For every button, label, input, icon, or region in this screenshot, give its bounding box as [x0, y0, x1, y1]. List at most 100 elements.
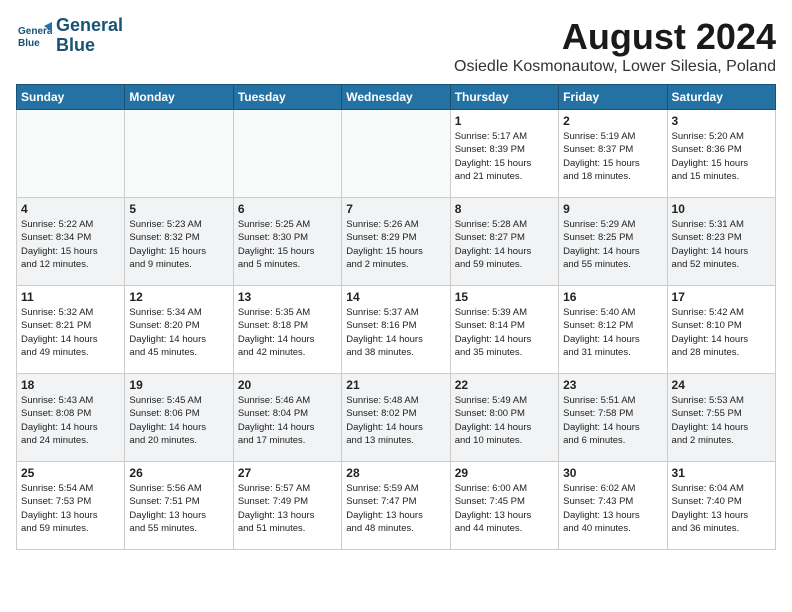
calendar-cell: 3Sunrise: 5:20 AM Sunset: 8:36 PM Daylig…	[667, 110, 775, 198]
calendar-cell: 27 Sunrise: 5:57 AM Sunset: 7:49 PM Dayli…	[233, 462, 341, 550]
calendar-cell: 11Sunrise: 5:32 AM Sunset: 8:21 PM Dayli…	[17, 286, 125, 374]
day-number: 13	[238, 290, 337, 304]
day-info: Sunrise: 5:57 AM Sunset: 7:49 PM Dayligh…	[238, 482, 337, 535]
day-number: 22	[455, 378, 554, 392]
header: General Blue General Blue August 2024 Os…	[16, 16, 776, 76]
weekday-header: Tuesday	[233, 85, 341, 110]
day-info: Sunrise: 5:46 AM Sunset: 8:04 PM Dayligh…	[238, 394, 337, 447]
day-info: Sunrise: 5:20 AM Sunset: 8:36 PM Dayligh…	[672, 130, 771, 183]
calendar-cell: 17 Sunrise: 5:42 AM Sunset: 8:10 PM Dayli…	[667, 286, 775, 374]
day-number: 28	[346, 466, 445, 480]
calendar-cell: 22 Sunrise: 5:49 AM Sunset: 8:00 PM Dayli…	[450, 374, 558, 462]
day-info: Sunrise: 5:34 AM Sunset: 8:20 PM Dayligh…	[129, 306, 228, 359]
calendar-cell	[342, 110, 450, 198]
calendar-cell: 5 Sunrise: 5:23 AM Sunset: 8:32 PM Daylig…	[125, 198, 233, 286]
day-number: 1	[455, 114, 554, 128]
calendar-cell: 4Sunrise: 5:22 AM Sunset: 8:34 PM Daylig…	[17, 198, 125, 286]
calendar-cell: 23 Sunrise: 5:51 AM Sunset: 7:58 PM Dayli…	[559, 374, 667, 462]
day-number: 8	[455, 202, 554, 216]
calendar-cell: 19Sunrise: 5:45 AM Sunset: 8:06 PM Dayli…	[125, 374, 233, 462]
calendar-week-row: 11Sunrise: 5:32 AM Sunset: 8:21 PM Dayli…	[17, 286, 776, 374]
calendar-cell: 26Sunrise: 5:56 AM Sunset: 7:51 PM Dayli…	[125, 462, 233, 550]
day-info: Sunrise: 5:25 AM Sunset: 8:30 PM Dayligh…	[238, 218, 337, 271]
day-number: 29	[455, 466, 554, 480]
calendar-cell: 16 Sunrise: 5:40 AM Sunset: 8:12 PM Dayli…	[559, 286, 667, 374]
weekday-header: Friday	[559, 85, 667, 110]
calendar-body: 1 Sunrise: 5:17 AM Sunset: 8:39 PM Daylig…	[17, 110, 776, 550]
day-number: 7	[346, 202, 445, 216]
month-title: August 2024	[454, 16, 776, 58]
calendar-cell: 30 Sunrise: 6:02 AM Sunset: 7:43 PM Dayli…	[559, 462, 667, 550]
day-number: 6	[238, 202, 337, 216]
day-number: 26	[129, 466, 228, 480]
day-info: Sunrise: 5:23 AM Sunset: 8:32 PM Dayligh…	[129, 218, 228, 271]
calendar-cell: 1 Sunrise: 5:17 AM Sunset: 8:39 PM Daylig…	[450, 110, 558, 198]
day-info: Sunrise: 5:19 AM Sunset: 8:37 PM Dayligh…	[563, 130, 662, 183]
calendar-cell: 29Sunrise: 6:00 AM Sunset: 7:45 PM Dayli…	[450, 462, 558, 550]
day-info: Sunrise: 5:48 AM Sunset: 8:02 PM Dayligh…	[346, 394, 445, 447]
calendar-cell: 21 Sunrise: 5:48 AM Sunset: 8:02 PM Dayli…	[342, 374, 450, 462]
calendar-cell: 18 Sunrise: 5:43 AM Sunset: 8:08 PM Dayli…	[17, 374, 125, 462]
calendar-cell: 9 Sunrise: 5:29 AM Sunset: 8:25 PM Daylig…	[559, 198, 667, 286]
day-number: 18	[21, 378, 120, 392]
day-number: 12	[129, 290, 228, 304]
day-number: 15	[455, 290, 554, 304]
day-number: 25	[21, 466, 120, 480]
day-number: 10	[672, 202, 771, 216]
day-info: Sunrise: 5:32 AM Sunset: 8:21 PM Dayligh…	[21, 306, 120, 359]
day-number: 21	[346, 378, 445, 392]
calendar-cell: 13 Sunrise: 5:35 AM Sunset: 8:18 PM Dayli…	[233, 286, 341, 374]
calendar-cell	[17, 110, 125, 198]
day-number: 24	[672, 378, 771, 392]
calendar-week-row: 1 Sunrise: 5:17 AM Sunset: 8:39 PM Daylig…	[17, 110, 776, 198]
logo-icon: General Blue	[16, 18, 52, 54]
day-info: Sunrise: 5:54 AM Sunset: 7:53 PM Dayligh…	[21, 482, 120, 535]
weekday-header: Monday	[125, 85, 233, 110]
calendar-week-row: 4Sunrise: 5:22 AM Sunset: 8:34 PM Daylig…	[17, 198, 776, 286]
day-number: 9	[563, 202, 662, 216]
day-number: 31	[672, 466, 771, 480]
day-info: Sunrise: 5:39 AM Sunset: 8:14 PM Dayligh…	[455, 306, 554, 359]
day-number: 14	[346, 290, 445, 304]
calendar-cell: 20 Sunrise: 5:46 AM Sunset: 8:04 PM Dayli…	[233, 374, 341, 462]
calendar-cell: 7Sunrise: 5:26 AM Sunset: 8:29 PM Daylig…	[342, 198, 450, 286]
day-info: Sunrise: 5:43 AM Sunset: 8:08 PM Dayligh…	[21, 394, 120, 447]
day-info: Sunrise: 5:35 AM Sunset: 8:18 PM Dayligh…	[238, 306, 337, 359]
day-info: Sunrise: 5:22 AM Sunset: 8:34 PM Dayligh…	[21, 218, 120, 271]
day-info: Sunrise: 5:59 AM Sunset: 7:47 PM Dayligh…	[346, 482, 445, 535]
day-number: 2	[563, 114, 662, 128]
day-info: Sunrise: 6:02 AM Sunset: 7:43 PM Dayligh…	[563, 482, 662, 535]
day-info: Sunrise: 5:53 AM Sunset: 7:55 PM Dayligh…	[672, 394, 771, 447]
day-info: Sunrise: 5:49 AM Sunset: 8:00 PM Dayligh…	[455, 394, 554, 447]
day-info: Sunrise: 5:31 AM Sunset: 8:23 PM Dayligh…	[672, 218, 771, 271]
calendar-table: SundayMondayTuesdayWednesdayThursdayFrid…	[16, 84, 776, 550]
weekday-header: Saturday	[667, 85, 775, 110]
day-number: 20	[238, 378, 337, 392]
day-number: 17	[672, 290, 771, 304]
calendar-cell	[125, 110, 233, 198]
calendar-cell: 25 Sunrise: 5:54 AM Sunset: 7:53 PM Dayli…	[17, 462, 125, 550]
day-info: Sunrise: 5:29 AM Sunset: 8:25 PM Dayligh…	[563, 218, 662, 271]
day-info: Sunrise: 5:40 AM Sunset: 8:12 PM Dayligh…	[563, 306, 662, 359]
day-number: 19	[129, 378, 228, 392]
day-info: Sunrise: 5:42 AM Sunset: 8:10 PM Dayligh…	[672, 306, 771, 359]
day-number: 16	[563, 290, 662, 304]
calendar-cell: 10 Sunrise: 5:31 AM Sunset: 8:23 PM Dayli…	[667, 198, 775, 286]
calendar-cell: 15 Sunrise: 5:39 AM Sunset: 8:14 PM Dayli…	[450, 286, 558, 374]
day-info: Sunrise: 5:51 AM Sunset: 7:58 PM Dayligh…	[563, 394, 662, 447]
calendar-cell: 8 Sunrise: 5:28 AM Sunset: 8:27 PM Daylig…	[450, 198, 558, 286]
calendar-cell: 31 Sunrise: 6:04 AM Sunset: 7:40 PM Dayli…	[667, 462, 775, 550]
calendar-cell: 6 Sunrise: 5:25 AM Sunset: 8:30 PM Daylig…	[233, 198, 341, 286]
day-number: 23	[563, 378, 662, 392]
day-info: Sunrise: 5:17 AM Sunset: 8:39 PM Dayligh…	[455, 130, 554, 183]
day-number: 5	[129, 202, 228, 216]
weekday-header: Sunday	[17, 85, 125, 110]
day-info: Sunrise: 5:37 AM Sunset: 8:16 PM Dayligh…	[346, 306, 445, 359]
weekday-header: Wednesday	[342, 85, 450, 110]
day-number: 30	[563, 466, 662, 480]
day-info: Sunrise: 5:28 AM Sunset: 8:27 PM Dayligh…	[455, 218, 554, 271]
title-area: August 2024 Osiedle Kosmonautow, Lower S…	[454, 16, 776, 76]
day-info: Sunrise: 6:04 AM Sunset: 7:40 PM Dayligh…	[672, 482, 771, 535]
day-number: 27	[238, 466, 337, 480]
calendar-cell: 24 Sunrise: 5:53 AM Sunset: 7:55 PM Dayli…	[667, 374, 775, 462]
